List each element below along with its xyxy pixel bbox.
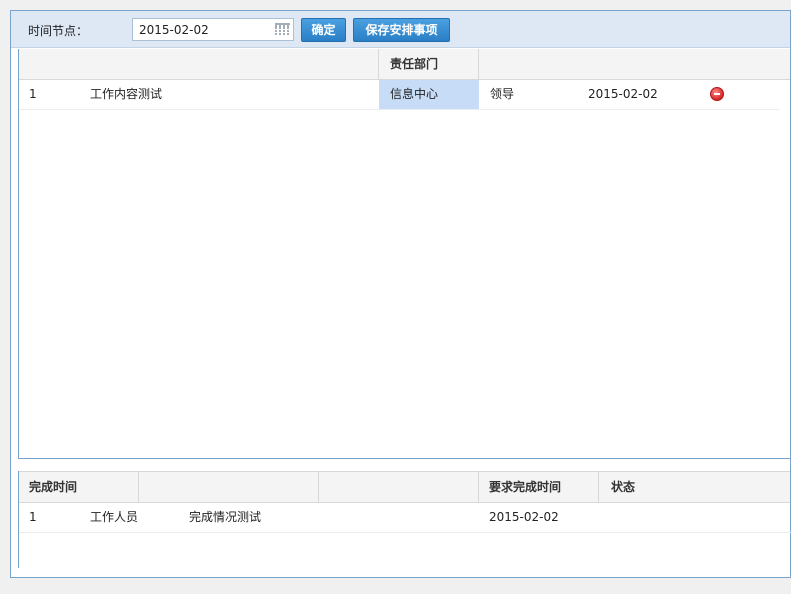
main-panel: 时间节点： 2015-02-02 确定 保存安排事项 责任部门 1 工作内容测试… <box>10 10 791 578</box>
task-grid: 责任部门 1 工作内容测试 信息中心 领导 2015-02-02 <box>18 49 790 459</box>
task-grid-header: 责任部门 <box>19 49 790 80</box>
row-required-date: 2015-02-02 <box>489 510 559 524</box>
row-date: 2015-02-02 <box>588 87 658 101</box>
date-input-value: 2015-02-02 <box>139 23 209 37</box>
row-index: 1 <box>29 87 37 101</box>
toolbar: 时间节点： 2015-02-02 确定 保存安排事项 <box>11 11 790 48</box>
row-department[interactable]: 信息中心 <box>379 80 479 109</box>
header-status: 状态 <box>611 480 636 494</box>
calendar-icon[interactable] <box>275 23 290 36</box>
row-description: 完成情况测试 <box>189 510 262 524</box>
completion-grid-header: 完成时间 要求完成时间 状态 <box>19 471 790 503</box>
completion-grid: 完成时间 要求完成时间 状态 1 工作人员 完成情况测试 2015-02-02 <box>18 471 791 568</box>
row-index: 1 <box>29 510 37 524</box>
delete-icon[interactable] <box>710 87 724 101</box>
row-content: 工作内容测试 <box>90 87 163 101</box>
header-cell <box>319 472 479 502</box>
date-input[interactable]: 2015-02-02 <box>132 18 294 41</box>
confirm-button[interactable]: 确定 <box>301 18 346 42</box>
header-cell <box>479 49 791 80</box>
save-arrangement-button[interactable]: 保存安排事项 <box>353 18 450 42</box>
header-required-date: 要求完成时间 <box>479 472 599 502</box>
header-department: 责任部门 <box>379 49 479 80</box>
table-row[interactable]: 1 工作内容测试 信息中心 领导 2015-02-02 <box>19 80 779 110</box>
header-cell <box>19 49 379 80</box>
header-completion-time: 完成时间 <box>19 472 139 502</box>
time-node-label: 时间节点： <box>28 24 89 38</box>
table-row[interactable]: 1 工作人员 完成情况测试 2015-02-02 <box>19 503 791 533</box>
header-cell <box>139 472 319 502</box>
row-worker: 工作人员 <box>90 510 139 524</box>
row-person: 领导 <box>490 87 515 101</box>
